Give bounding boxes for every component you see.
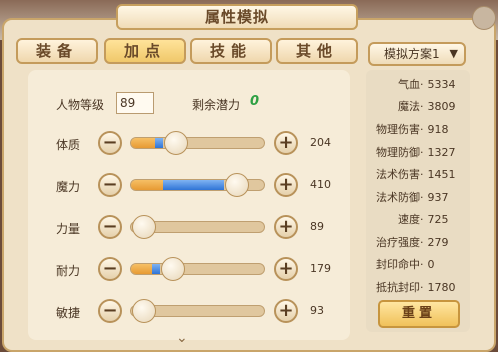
stat-row: 魔法· 3809 bbox=[372, 98, 472, 114]
plus-button[interactable]: + bbox=[274, 257, 298, 281]
minus-button[interactable]: − bbox=[98, 215, 122, 239]
stat-value: 937 bbox=[427, 191, 449, 204]
slider-knob[interactable] bbox=[225, 173, 249, 197]
slider-knob[interactable] bbox=[132, 215, 156, 239]
chevron-down-icon: ▼ bbox=[449, 47, 458, 60]
base-fill bbox=[131, 138, 155, 148]
stat-name: 物理伤害 bbox=[376, 123, 420, 136]
tab-equipment[interactable]: 装备 bbox=[16, 38, 98, 64]
base-fill bbox=[131, 264, 152, 274]
stat-value: 725 bbox=[427, 213, 449, 226]
attribute-slider-track[interactable] bbox=[130, 263, 265, 275]
attribute-value: 93 bbox=[310, 304, 324, 317]
plus-button[interactable]: + bbox=[274, 299, 298, 323]
base-fill bbox=[131, 180, 163, 190]
stat-value: 1780 bbox=[427, 281, 456, 294]
potential-label: 剩余潜力 bbox=[192, 98, 241, 112]
stat-row: 物理伤害· 918 bbox=[372, 121, 472, 137]
stat-row: 物理防御· 1327 bbox=[372, 144, 472, 160]
stat-row: 法术伤害· 1451 bbox=[372, 166, 472, 182]
minus-button[interactable]: − bbox=[98, 257, 122, 281]
attribute-label: 敏捷 bbox=[56, 306, 81, 320]
stat-name: 法术防御 bbox=[376, 191, 420, 204]
plus-button[interactable]: + bbox=[274, 215, 298, 239]
added-fill bbox=[163, 180, 224, 190]
chevron-down-icon[interactable]: ⌄ bbox=[176, 330, 188, 346]
scheme-label: 模拟方案1 bbox=[384, 47, 440, 61]
stat-value: 1327 bbox=[427, 146, 456, 159]
stat-name: 物理防御 bbox=[376, 146, 420, 159]
stat-name: 速度 bbox=[398, 213, 420, 226]
level-label: 人物等级 bbox=[56, 98, 105, 112]
attribute-label: 耐力 bbox=[56, 264, 81, 278]
slider-knob[interactable] bbox=[164, 131, 188, 155]
attribute-value: 179 bbox=[310, 262, 331, 275]
stat-name: 魔法 bbox=[398, 100, 420, 113]
tab-others[interactable]: 其他 bbox=[276, 38, 358, 64]
stat-name: 气血 bbox=[398, 78, 420, 91]
level-input[interactable]: 89 bbox=[116, 92, 154, 114]
attribute-value: 410 bbox=[310, 178, 331, 191]
added-fill bbox=[152, 264, 160, 274]
stat-name: 治疗强度 bbox=[376, 236, 420, 249]
attribute-label: 体质 bbox=[56, 138, 81, 152]
stat-name: 法术伤害 bbox=[376, 168, 420, 181]
scheme-dropdown[interactable]: 模拟方案1 ▼ bbox=[368, 42, 466, 66]
stat-value: 5334 bbox=[427, 78, 456, 91]
stat-row: 治疗强度· 279 bbox=[372, 234, 472, 250]
stat-name: 抵抗封印 bbox=[376, 281, 420, 294]
plus-button[interactable]: + bbox=[274, 173, 298, 197]
attribute-slider-track[interactable] bbox=[130, 137, 265, 149]
tab-add-points[interactable]: 加点 bbox=[104, 38, 186, 64]
attribute-label: 魔力 bbox=[56, 180, 81, 194]
stat-value: 918 bbox=[427, 123, 449, 136]
window-title: 属性模拟 bbox=[116, 4, 358, 30]
stat-name: 封印命中 bbox=[376, 258, 420, 271]
minus-button[interactable]: − bbox=[98, 131, 122, 155]
tab-skills[interactable]: 技能 bbox=[190, 38, 272, 64]
stat-value: 1451 bbox=[427, 168, 456, 181]
stat-row: 封印命中· 0 bbox=[372, 256, 472, 272]
stat-value: 3809 bbox=[427, 100, 456, 113]
minus-button[interactable]: − bbox=[98, 173, 122, 197]
potential-value: 0 bbox=[250, 94, 260, 109]
stat-value: 279 bbox=[427, 236, 449, 249]
attribute-value: 204 bbox=[310, 136, 331, 149]
plus-button[interactable]: + bbox=[274, 131, 298, 155]
attribute-label: 力量 bbox=[56, 222, 81, 236]
stat-row: 抵抗封印· 1780 bbox=[372, 279, 472, 295]
stat-row: 速度· 725 bbox=[372, 211, 472, 227]
close-button[interactable] bbox=[472, 6, 496, 30]
stat-row: 气血· 5334 bbox=[372, 76, 472, 92]
minus-button[interactable]: − bbox=[98, 299, 122, 323]
slider-knob[interactable] bbox=[132, 299, 156, 323]
slider-knob[interactable] bbox=[161, 257, 185, 281]
stat-value: 0 bbox=[427, 258, 435, 271]
reset-button[interactable]: 重置 bbox=[378, 300, 460, 328]
attribute-value: 89 bbox=[310, 220, 324, 233]
added-fill bbox=[155, 138, 163, 148]
stat-row: 法术防御· 937 bbox=[372, 189, 472, 205]
